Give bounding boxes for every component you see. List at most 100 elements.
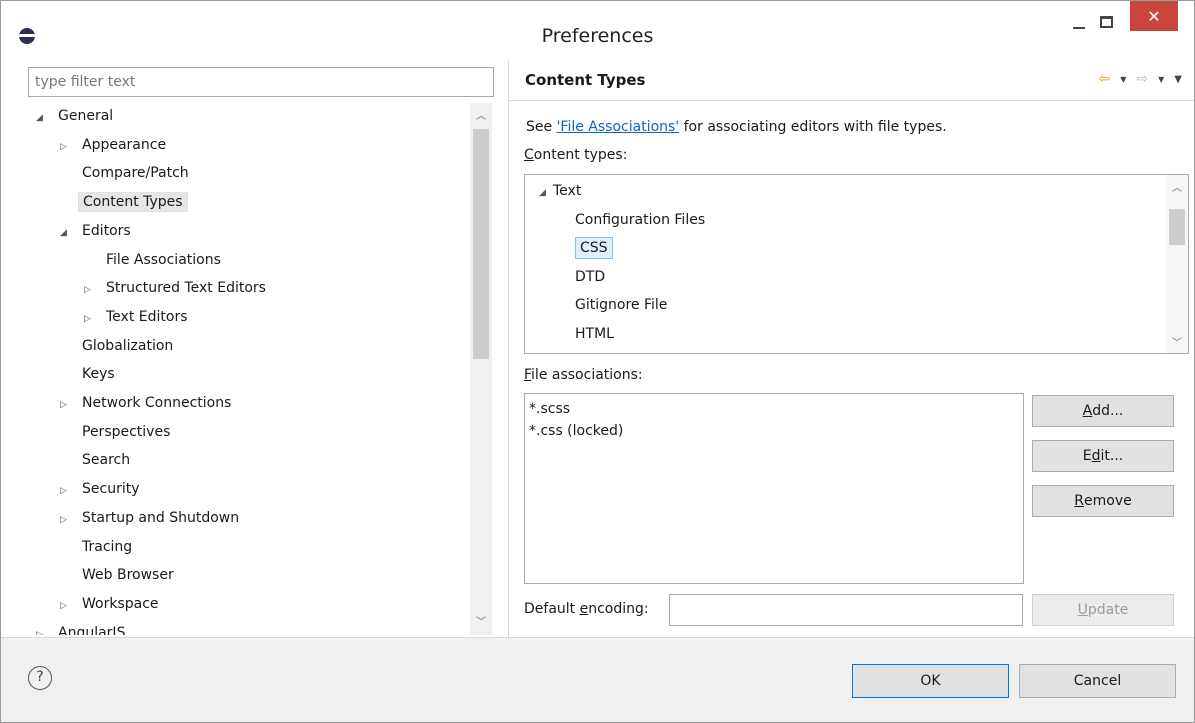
expand-arrow-icon[interactable]: ▷ xyxy=(84,306,102,332)
tree-item-network-connections[interactable]: ▷ Network Connections xyxy=(60,390,235,416)
remove-button[interactable]: Remove xyxy=(1032,485,1174,517)
tree-item-label: Appearance xyxy=(82,136,167,153)
tree-item-label: Web Browser xyxy=(82,567,174,584)
content-types-mnemonic: C xyxy=(524,147,534,163)
scroll-down-icon[interactable]: ﹀ xyxy=(1166,334,1188,349)
preferences-tree: ◢ General ▷ Appearance Compare/Patch Content … xyxy=(28,103,494,635)
file-associations-list[interactable]: *.scss *.css (locked) xyxy=(524,393,1024,584)
scroll-thumb[interactable] xyxy=(473,129,489,359)
file-association-item[interactable]: *.css (locked) xyxy=(529,420,1023,442)
tree-item-label: Compare/Patch xyxy=(82,165,189,182)
file-association-item[interactable]: *.scss xyxy=(529,398,1023,420)
file-associations-label: File associations: xyxy=(524,367,643,383)
tree-item-tracing[interactable]: Tracing xyxy=(60,534,136,560)
remove-mnemonic: R xyxy=(1074,493,1084,509)
maximize-icon xyxy=(1099,16,1113,28)
tree-item-label: Search xyxy=(82,452,131,469)
view-menu-icon[interactable]: ▼ xyxy=(1174,74,1182,85)
tree-item-file-associations[interactable]: File Associations xyxy=(84,247,225,273)
scroll-down-icon[interactable]: ﹀ xyxy=(470,613,492,633)
tree-item-label: Tracing xyxy=(82,538,133,555)
default-encoding-label: Default encoding: xyxy=(524,601,649,617)
expand-arrow-icon[interactable]: ▷ xyxy=(84,277,102,303)
expand-arrow-icon[interactable]: ◢ xyxy=(36,105,54,131)
tree-item-security[interactable]: ▷ Security xyxy=(60,476,144,502)
scroll-up-icon[interactable]: ︿ xyxy=(1166,179,1188,194)
filter-input[interactable] xyxy=(28,67,494,97)
content-type-css[interactable]: CSS xyxy=(575,234,613,262)
tree-item-workspace[interactable]: ▷ Workspace xyxy=(60,591,163,617)
tree-item-perspectives[interactable]: Perspectives xyxy=(60,419,174,445)
tree-item-label: Network Connections xyxy=(82,395,232,411)
panel-divider[interactable] xyxy=(508,61,509,637)
close-button[interactable]: ✕ xyxy=(1130,1,1178,31)
expand-arrow-icon[interactable]: ▷ xyxy=(60,392,78,418)
remove-label: emove xyxy=(1084,493,1132,509)
encoding-label-rest: ncoding: xyxy=(588,601,649,617)
tree-item-label: General xyxy=(58,108,114,124)
cancel-button[interactable]: Cancel xyxy=(1019,664,1176,698)
back-dropdown-icon[interactable]: ▼ xyxy=(1120,75,1126,84)
expand-arrow-icon[interactable]: ▷ xyxy=(60,478,78,504)
content-type-text[interactable]: ◢ Text xyxy=(539,177,581,205)
tree-item-content-types[interactable]: Content Types xyxy=(60,189,188,215)
scroll-up-icon[interactable]: ︿ xyxy=(470,107,492,127)
tree-item-compare-patch[interactable]: Compare/Patch xyxy=(60,160,193,186)
file-associations-link[interactable]: 'File Associations' xyxy=(557,119,680,135)
desc-prefix: See xyxy=(526,119,557,135)
tree-item-label: Editors xyxy=(82,222,131,239)
edit-mnemonic: d xyxy=(1091,448,1101,464)
default-encoding-input[interactable] xyxy=(669,594,1023,626)
tree-item-label: Startup and Shutdown xyxy=(82,509,240,526)
content-types-scrollbar[interactable]: ︿ ﹀ xyxy=(1166,175,1188,353)
tree-item-label: Workspace xyxy=(82,595,159,612)
content-type-label: DTD xyxy=(575,268,606,285)
tree-item-globalization[interactable]: Globalization xyxy=(60,333,177,359)
tree-item-keys[interactable]: Keys xyxy=(60,361,119,387)
tree-scrollbar[interactable]: ︿ ﹀ xyxy=(470,103,492,635)
forward-dropdown-icon[interactable]: ▼ xyxy=(1158,75,1164,84)
tree-item-label: AngularJS xyxy=(58,624,126,635)
desc-suffix: for associating editors with file types. xyxy=(679,119,947,135)
content-type-label: HTML xyxy=(575,325,614,342)
update-mnemonic: U xyxy=(1077,602,1088,618)
content-type-dtd[interactable]: DTD xyxy=(575,263,605,291)
tree-item-appearance[interactable]: ▷ Appearance xyxy=(60,132,170,158)
tree-item-label: Globalization xyxy=(82,337,174,354)
expand-arrow-icon[interactable]: ▷ xyxy=(60,593,78,619)
content-type-configuration-files[interactable]: Configuration Files xyxy=(575,206,705,234)
add-button[interactable]: Add... xyxy=(1032,395,1174,427)
tree-item-general[interactable]: ◢ General xyxy=(36,103,117,129)
back-arrow-icon[interactable]: ⇦ xyxy=(1099,71,1111,87)
edit-button[interactable]: Ed it... xyxy=(1032,440,1174,472)
update-button[interactable]: Update xyxy=(1032,594,1174,626)
scroll-thumb[interactable] xyxy=(1169,209,1185,245)
tree-item-search[interactable]: Search xyxy=(60,447,134,473)
minimize-icon xyxy=(1073,27,1085,29)
expand-arrow-icon[interactable]: ▷ xyxy=(60,507,78,533)
content-type-label: Text xyxy=(553,183,582,199)
maximize-button[interactable] xyxy=(1086,7,1126,39)
tree-item-label: Text Editors xyxy=(106,308,188,325)
content-type-label: Gitignore File xyxy=(575,297,668,313)
content-type-html[interactable]: HTML xyxy=(575,320,614,348)
expand-arrow-icon[interactable]: ◢ xyxy=(60,220,78,246)
expand-arrow-icon[interactable]: ◢ xyxy=(539,179,553,207)
expand-arrow-icon[interactable]: ▷ xyxy=(36,622,54,635)
content-types-tree[interactable]: ◢ Text Configuration Files CSS DTD Gitignore … xyxy=(524,174,1189,354)
content-type-gitignore-file[interactable]: Gitignore File xyxy=(575,291,667,319)
help-icon[interactable]: ? xyxy=(28,666,52,690)
expand-arrow-icon[interactable]: ▷ xyxy=(60,134,78,160)
ok-button[interactable]: OK xyxy=(852,664,1009,698)
tree-item-structured-text-editors[interactable]: ▷ Structured Text Editors xyxy=(84,275,270,301)
file-assoc-label-text: ile associations: xyxy=(531,367,643,383)
tree-item-editors[interactable]: ◢ Editors xyxy=(60,218,135,244)
tree-item-angularjs[interactable]: ▷ AngularJS xyxy=(36,620,129,635)
tree-item-web-browser[interactable]: Web Browser xyxy=(60,562,178,588)
forward-arrow-icon[interactable]: ⇨ xyxy=(1136,71,1148,87)
update-label: pdate xyxy=(1087,602,1129,618)
tree-item-text-editors[interactable]: ▷ Text Editors xyxy=(84,304,192,330)
title-bar: Preferences ✕ xyxy=(1,1,1194,55)
close-icon: ✕ xyxy=(1147,6,1161,26)
tree-item-startup-and-shutdown[interactable]: ▷ Startup and Shutdown xyxy=(60,505,243,531)
